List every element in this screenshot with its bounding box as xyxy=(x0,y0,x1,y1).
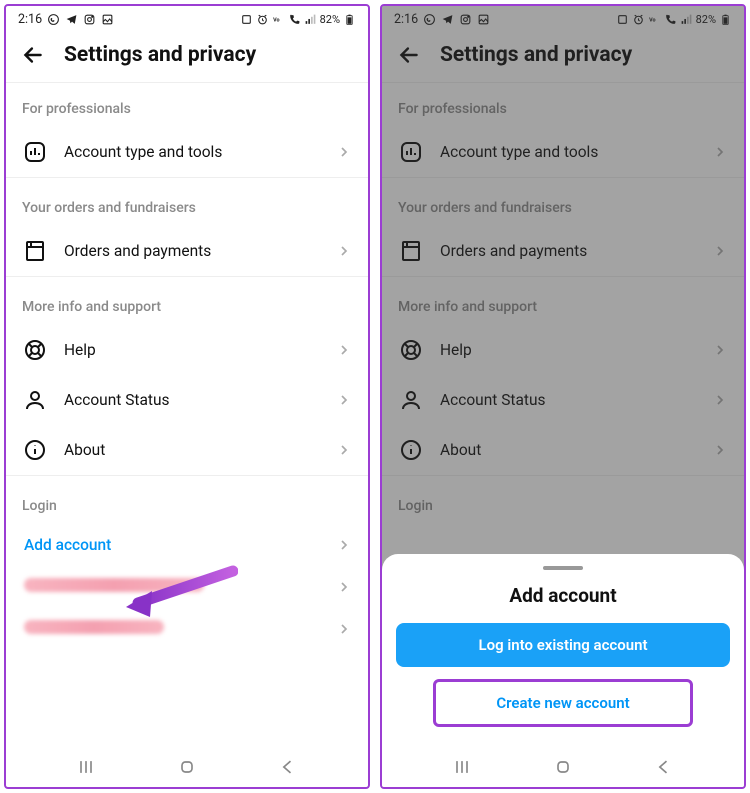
section-header-login: Login xyxy=(6,476,368,524)
gallery-icon xyxy=(101,13,114,26)
chevron-right-icon xyxy=(336,442,352,458)
section-header-info: More info and support xyxy=(6,277,368,325)
settings-content: For professionals Account type and tools… xyxy=(6,82,368,747)
chevron-right-icon xyxy=(336,392,352,408)
status-bar: 2:16 Vo 82% xyxy=(6,6,368,32)
person-icon xyxy=(22,387,48,413)
volte-icon: Vo xyxy=(272,13,285,26)
row-label: Account Status xyxy=(64,391,320,409)
row-help[interactable]: Help xyxy=(6,325,368,375)
home-icon[interactable] xyxy=(177,757,197,777)
android-nav-bar xyxy=(6,747,368,787)
annotation-arrow xyxy=(118,561,238,625)
signal-icon xyxy=(304,13,317,26)
status-time: 2:16 xyxy=(18,12,42,27)
battery-icon xyxy=(343,13,356,26)
row-label: Account type and tools xyxy=(64,143,320,161)
row-label: Help xyxy=(64,341,320,359)
back-nav-icon[interactable] xyxy=(278,757,298,777)
section-header-orders: Your orders and fundraisers xyxy=(6,178,368,226)
app-bar: Settings and privacy xyxy=(6,32,368,82)
android-nav-bar xyxy=(382,747,744,787)
chevron-right-icon xyxy=(336,144,352,160)
instagram-icon xyxy=(83,13,96,26)
row-orders-payments[interactable]: Orders and payments xyxy=(6,226,368,276)
row-account-type-tools[interactable]: Account type and tools xyxy=(6,127,368,177)
chevron-right-icon xyxy=(336,579,352,595)
info-icon xyxy=(22,437,48,463)
receipt-icon xyxy=(22,238,48,264)
chevron-right-icon xyxy=(336,537,352,553)
svg-text:Vo: Vo xyxy=(273,17,279,23)
create-new-account-button[interactable]: Create new account xyxy=(433,679,694,727)
sheet-handle[interactable] xyxy=(543,566,583,570)
row-about[interactable]: About xyxy=(6,425,368,475)
page-title: Settings and privacy xyxy=(64,43,256,67)
section-header-professionals: For professionals xyxy=(6,83,368,127)
home-icon[interactable] xyxy=(553,757,573,777)
add-account-label: Add account xyxy=(24,536,336,554)
lifebuoy-icon xyxy=(22,337,48,363)
back-icon[interactable] xyxy=(20,42,46,68)
login-existing-button[interactable]: Log into existing account xyxy=(396,623,730,667)
phone-icon xyxy=(288,13,301,26)
row-add-account[interactable]: Add account xyxy=(6,524,368,566)
chevron-right-icon xyxy=(336,621,352,637)
add-account-sheet: Add account Log into existing account Cr… xyxy=(382,554,744,747)
bar-chart-icon xyxy=(22,139,48,165)
whatsapp-icon xyxy=(47,13,60,26)
row-label: About xyxy=(64,441,320,459)
row-label: Orders and payments xyxy=(64,242,320,260)
chevron-right-icon xyxy=(336,342,352,358)
row-account-status[interactable]: Account Status xyxy=(6,375,368,425)
telegram-icon xyxy=(65,13,78,26)
recents-icon[interactable] xyxy=(452,757,472,777)
battery-text: 82% xyxy=(320,13,340,26)
chevron-right-icon xyxy=(336,243,352,259)
recents-icon[interactable] xyxy=(76,757,96,777)
nfc-icon xyxy=(240,13,253,26)
sheet-title: Add account xyxy=(396,584,730,607)
back-nav-icon[interactable] xyxy=(654,757,674,777)
alarm-icon xyxy=(256,13,269,26)
